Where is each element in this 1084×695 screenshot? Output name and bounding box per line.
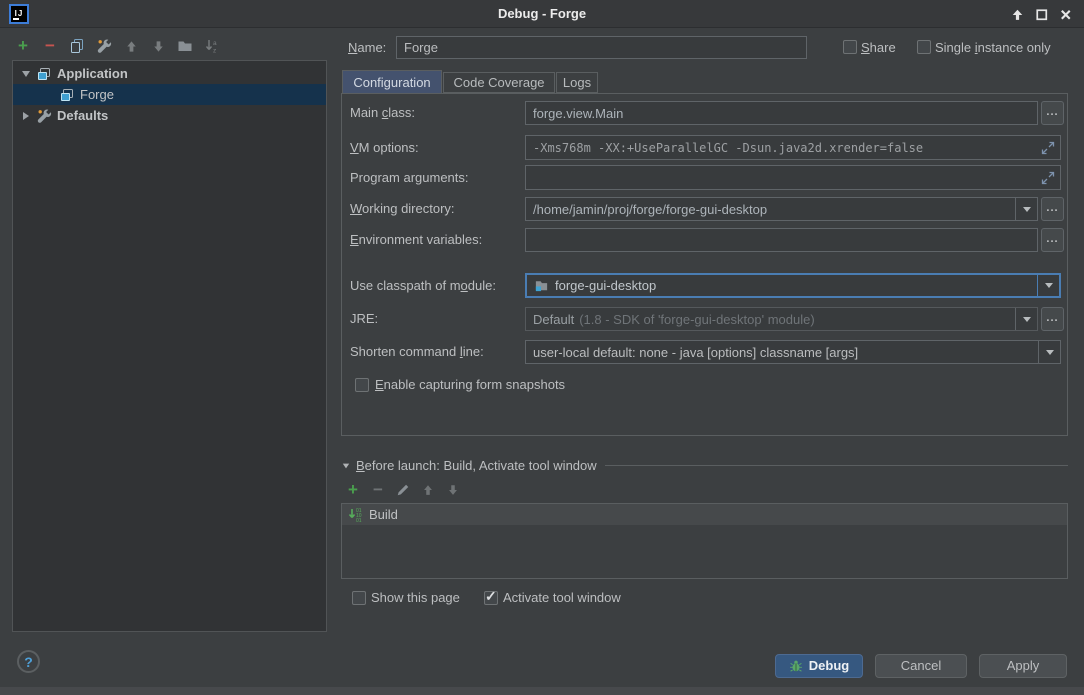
jre-dropdown-icon[interactable]	[1015, 308, 1037, 330]
tree-item-defaults[interactable]: Defaults	[13, 105, 326, 126]
svg-text:a: a	[213, 40, 217, 47]
add-task-icon[interactable]: +	[344, 481, 362, 499]
edit-defaults-icon[interactable]	[95, 37, 113, 55]
classpath-module-dropdown-icon[interactable]	[1037, 275, 1059, 296]
single-instance-checkbox[interactable]: ✓	[917, 40, 931, 54]
expand-field-icon[interactable]	[1041, 141, 1055, 155]
create-folder-icon[interactable]	[176, 37, 194, 55]
configurations-toolbar: + − az	[14, 37, 221, 55]
debug-configuration-dialog: Debug - Forge IJ + − az	[0, 0, 1084, 695]
help-icon[interactable]: ?	[17, 650, 40, 673]
environment-variables-label: Environment variables:	[350, 228, 482, 252]
enable-snapshots-label: Enable capturing form snapshots	[375, 372, 565, 397]
collapse-section-icon[interactable]	[343, 463, 349, 468]
vm-options-input[interactable]: -Xms768m -XX:+UseParallelGC -Dsun.java2d…	[525, 135, 1061, 160]
task-item-build[interactable]: 011001 Build	[342, 504, 1067, 525]
jre-browse-button[interactable]: ...	[1041, 307, 1064, 331]
working-directory-input[interactable]: /home/jamin/proj/forge/forge-gui-desktop	[525, 197, 1038, 221]
main-class-browse-button[interactable]: ...	[1041, 101, 1064, 125]
tree-item-label: Application	[57, 66, 128, 81]
activate-tool-window-checkbox[interactable]: ✓	[484, 591, 498, 605]
classpath-module-combobox[interactable]: forge-gui-desktop	[525, 273, 1061, 298]
bug-icon	[789, 659, 803, 673]
before-launch-header[interactable]: Before launch: Build, Activate tool wind…	[342, 458, 1068, 473]
working-directory-browse-button[interactable]: ...	[1041, 197, 1064, 221]
add-configuration-icon[interactable]: +	[14, 37, 32, 55]
main-class-input[interactable]: forge.view.Main	[525, 101, 1038, 125]
tab-configuration[interactable]: Configuration	[342, 70, 442, 93]
before-launch-toolbar: + −	[344, 481, 462, 499]
shorten-command-line-combobox[interactable]: user-local default: none - java [options…	[525, 340, 1061, 364]
name-label: Name:	[348, 36, 386, 59]
apply-button[interactable]: Apply	[979, 654, 1067, 678]
rollup-window-icon[interactable]	[1009, 6, 1026, 23]
tab-logs[interactable]: Logs	[556, 72, 598, 93]
window-bottom-edge	[0, 687, 1084, 695]
configurations-tree: Application Forge Defaults	[12, 60, 327, 632]
remove-configuration-icon[interactable]: −	[41, 37, 59, 55]
debug-button[interactable]: Debug	[775, 654, 863, 678]
program-arguments-input[interactable]	[525, 165, 1061, 190]
working-directory-dropdown-icon[interactable]	[1015, 198, 1037, 220]
move-down-icon[interactable]	[149, 37, 167, 55]
shorten-command-line-dropdown-icon[interactable]	[1038, 341, 1060, 363]
build-icon: 011001	[348, 507, 364, 523]
tab-code-coverage[interactable]: Code Coverage	[443, 72, 555, 93]
name-input[interactable]: Forge	[396, 36, 807, 59]
svg-text:z: z	[213, 48, 216, 55]
share-checkbox[interactable]: ✓	[843, 40, 857, 54]
program-arguments-label: Program arguments:	[350, 165, 469, 190]
environment-variables-browse-button[interactable]: ...	[1041, 228, 1064, 252]
defaults-wrench-icon	[36, 108, 52, 124]
tree-item-application[interactable]: Application	[13, 63, 326, 84]
remove-task-icon[interactable]: −	[369, 481, 387, 499]
sort-configurations-icon[interactable]: az	[203, 37, 221, 55]
chevron-down-icon[interactable]	[19, 71, 33, 77]
chevron-right-icon[interactable]	[19, 112, 33, 120]
edit-task-icon[interactable]	[394, 481, 412, 499]
vm-options-label: VM options:	[350, 135, 419, 160]
cancel-button[interactable]: Cancel	[875, 654, 967, 678]
show-this-page-checkbox[interactable]: ✓	[352, 591, 366, 605]
enable-snapshots-checkbox[interactable]: ✓	[355, 378, 369, 392]
close-window-icon[interactable]	[1057, 6, 1074, 23]
single-instance-label: Single instance only	[935, 36, 1051, 59]
move-task-up-icon[interactable]	[419, 481, 437, 499]
maximize-window-icon[interactable]	[1033, 6, 1050, 23]
before-launch-task-list: 011001 Build	[341, 503, 1068, 579]
working-directory-label: Working directory:	[350, 197, 455, 221]
window-title: Debug - Forge	[0, 0, 1084, 28]
activate-tool-window-label: Activate tool window	[503, 585, 621, 610]
application-icon	[59, 87, 75, 103]
share-label: Share	[861, 36, 896, 59]
svg-text:01: 01	[356, 518, 362, 523]
shorten-command-line-label: Shorten command line:	[350, 340, 484, 364]
tree-item-forge[interactable]: Forge	[13, 84, 326, 105]
move-task-down-icon[interactable]	[444, 481, 462, 499]
module-icon	[534, 278, 549, 293]
jre-combobox[interactable]: Default (1.8 - SDK of 'forge-gui-desktop…	[525, 307, 1038, 331]
tree-item-label: Defaults	[57, 108, 108, 123]
classpath-module-label: Use classpath of module:	[350, 273, 496, 298]
main-class-label: Main class:	[350, 101, 415, 125]
jre-label: JRE:	[350, 307, 378, 331]
application-icon	[36, 66, 52, 82]
expand-field-icon[interactable]	[1041, 171, 1055, 185]
environment-variables-input[interactable]	[525, 228, 1038, 252]
copy-configuration-icon[interactable]	[68, 37, 86, 55]
intellij-logo-icon: IJ	[9, 4, 29, 24]
title-bar: Debug - Forge IJ	[0, 0, 1084, 28]
move-up-icon[interactable]	[122, 37, 140, 55]
show-this-page-label: Show this page	[371, 585, 460, 610]
tree-item-label: Forge	[80, 87, 114, 102]
